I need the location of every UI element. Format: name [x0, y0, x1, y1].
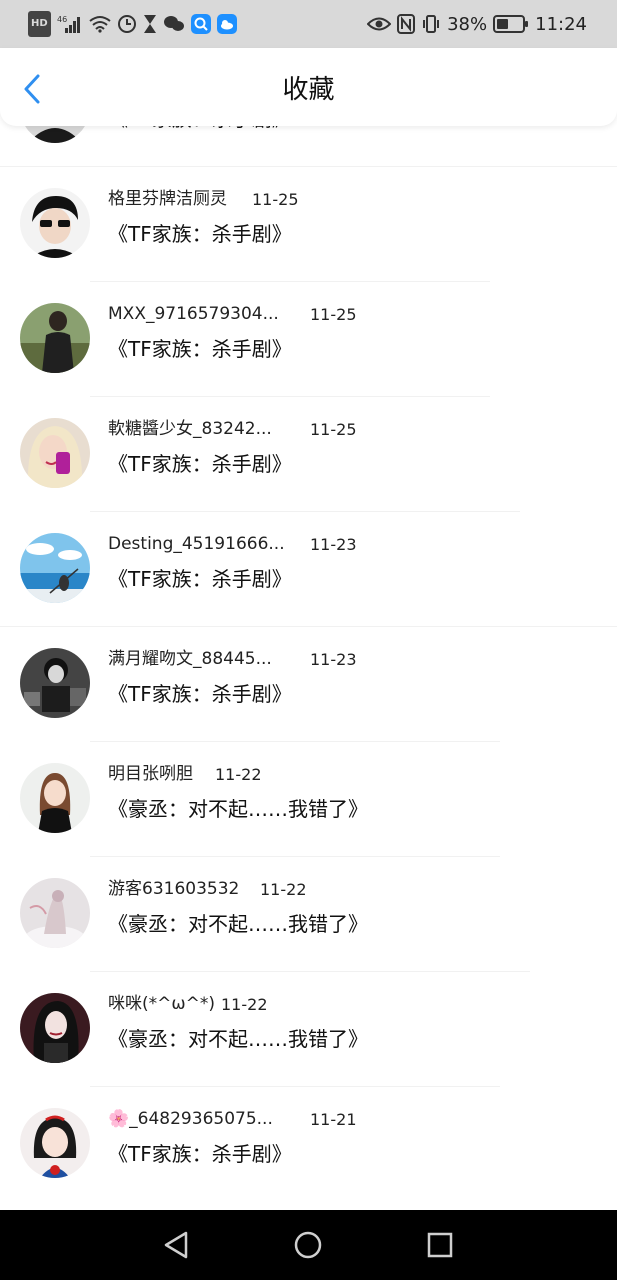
avatar — [20, 648, 90, 718]
item-date: 11-22 — [215, 765, 262, 784]
battery-percent: 38% — [447, 13, 488, 35]
list-item[interactable]: Desting_45191666... 11-23 《TF家族：杀手剧》 — [0, 512, 617, 627]
item-title: 《豪丞：对不起……我错了》 — [108, 797, 368, 821]
wifi-icon — [89, 13, 111, 35]
avatar — [20, 1108, 90, 1178]
list-item[interactable]: MXX_9716579304... 11-25 《TF家族：杀手剧》 — [0, 282, 617, 397]
item-username: MXX_9716579304... — [108, 304, 279, 324]
item-title: 《TF家族：杀手剧》 — [108, 567, 292, 591]
nav-back-button[interactable] — [160, 1228, 194, 1262]
item-username: 軟糖醬少女_83242... — [108, 419, 272, 439]
item-date: 11-22 — [260, 880, 307, 899]
item-date: 11-21 — [310, 1110, 357, 1129]
eye-icon — [367, 13, 392, 35]
weather-app-icon — [216, 13, 237, 35]
avatar — [20, 533, 90, 603]
item-title: 《TF家族：杀手剧》 — [108, 452, 292, 476]
item-title: 《TF家族：杀手剧》 — [108, 337, 292, 361]
item-title: 《TF家族：杀手剧》 — [108, 222, 292, 246]
page-title: 收藏 — [282, 75, 335, 105]
list-item[interactable]: 游客631603532 11-22 《豪丞：对不起……我错了》 — [0, 857, 617, 972]
item-username: 游客631603532 — [108, 879, 240, 899]
triangle-back-icon — [164, 1231, 188, 1259]
item-username: Desting_45191666... — [108, 534, 285, 554]
status-left-icons: HD 46 — [28, 11, 237, 37]
avatar — [20, 188, 90, 258]
list-item[interactable]: 🌸_64829365075... 11-21 《TF家族：杀手剧》 — [0, 1087, 617, 1202]
item-username: 格里芬牌洁厕灵 — [108, 189, 227, 209]
hourglass-icon — [143, 13, 157, 35]
item-date: 11-23 — [310, 650, 357, 669]
list-item[interactable]: 軟糖醬少女_83242... 11-25 《TF家族：杀手剧》 — [0, 397, 617, 512]
item-username: 咪咪(*^ω^*) — [108, 994, 215, 1014]
item-username: 明目张咧胆 — [108, 764, 193, 784]
item-title: 《TF家族：杀手剧》 — [108, 1142, 292, 1166]
hd-icon: HD — [28, 11, 51, 37]
item-date: 11-25 — [310, 420, 357, 439]
avatar — [20, 418, 90, 488]
nfc-icon — [397, 13, 416, 35]
item-title: 《豪丞：对不起……我错了》 — [108, 1027, 368, 1051]
nav-home-button[interactable] — [291, 1228, 325, 1262]
item-username: 🌸_64829365075... — [108, 1109, 273, 1129]
item-title: 《豪丞：对不起……我错了》 — [108, 912, 368, 936]
system-nav-bar — [0, 1210, 617, 1280]
avatar — [20, 303, 90, 373]
wechat-icon — [163, 13, 185, 35]
item-date: 11-25 — [252, 190, 299, 209]
avatar — [20, 763, 90, 833]
item-username: 满月耀吻文_88445... — [108, 649, 272, 669]
list-item[interactable]: 格里芬牌洁厕灵 11-25 《TF家族：杀手剧》 — [0, 167, 617, 282]
avatar — [20, 878, 90, 948]
square-recents-icon — [427, 1232, 453, 1258]
avatar — [20, 993, 90, 1063]
search-app-icon — [190, 13, 211, 35]
item-date: 11-22 — [221, 995, 268, 1014]
item-title: 《TF家族：杀手剧》 — [108, 682, 292, 706]
nav-recents-button[interactable] — [423, 1228, 457, 1262]
favorites-list[interactable]: 《TF家族：杀手剧》 格里芬牌洁厕灵 11-25 《TF家族：杀手剧》 — [0, 76, 617, 1210]
clock: 11:24 — [535, 13, 587, 35]
list-item[interactable]: 满月耀吻文_88445... 11-23 《TF家族：杀手剧》 — [0, 627, 617, 742]
status-bar: HD 46 38% 11:24 — [0, 0, 617, 48]
data-saver-icon — [117, 13, 137, 35]
header: 收藏 — [0, 48, 617, 126]
signal-label: 46 — [57, 15, 67, 24]
signal-icon: 46 — [57, 13, 83, 35]
item-date: 11-23 — [310, 535, 357, 554]
screen: HD 46 38% 11:24 格里芬牌洁厕灵 11-25 《TF家族：杀手剧》… — [0, 0, 617, 1280]
list-item[interactable]: 咪咪(*^ω^*) 11-22 《豪丞：对不起……我错了》 — [0, 972, 617, 1087]
status-right-icons: 38% 11:24 — [367, 12, 587, 36]
item-date: 11-25 — [310, 305, 357, 324]
vibrate-icon — [421, 13, 441, 35]
battery-icon — [493, 13, 529, 35]
list-item[interactable]: 明目张咧胆 11-22 《豪丞：对不起……我错了》 — [0, 742, 617, 857]
circle-home-icon — [294, 1231, 322, 1259]
